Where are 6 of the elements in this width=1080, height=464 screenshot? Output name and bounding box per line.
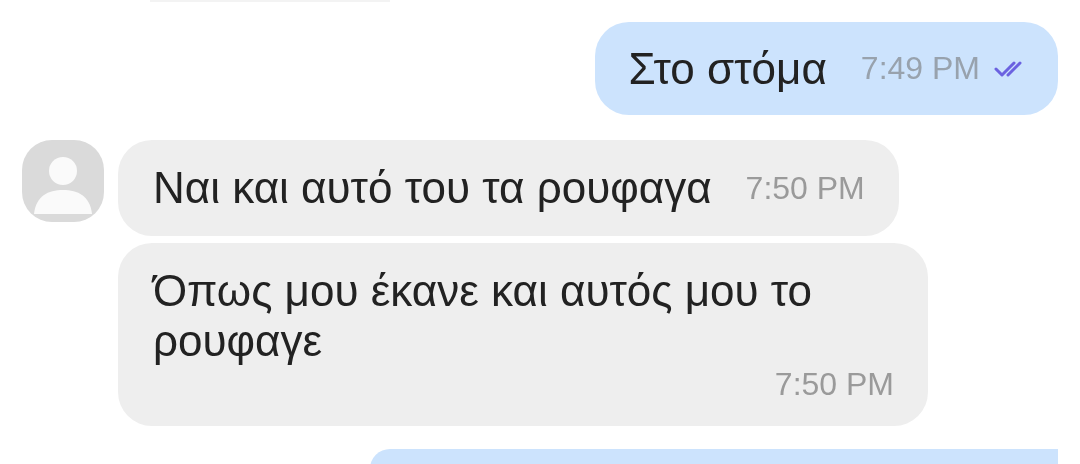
message-time: 7:50 PM	[744, 169, 865, 207]
message-text: Ναι και αυτό του τα ρουφαγα	[153, 163, 712, 213]
message-text: Στο στόμα	[628, 43, 827, 94]
message-time: 7:49 PM	[860, 50, 980, 87]
message-time: 7:50 PM	[773, 366, 894, 403]
message-text: Όπως μου έκανε και αυτός μου το ρουφαγε	[153, 266, 814, 366]
